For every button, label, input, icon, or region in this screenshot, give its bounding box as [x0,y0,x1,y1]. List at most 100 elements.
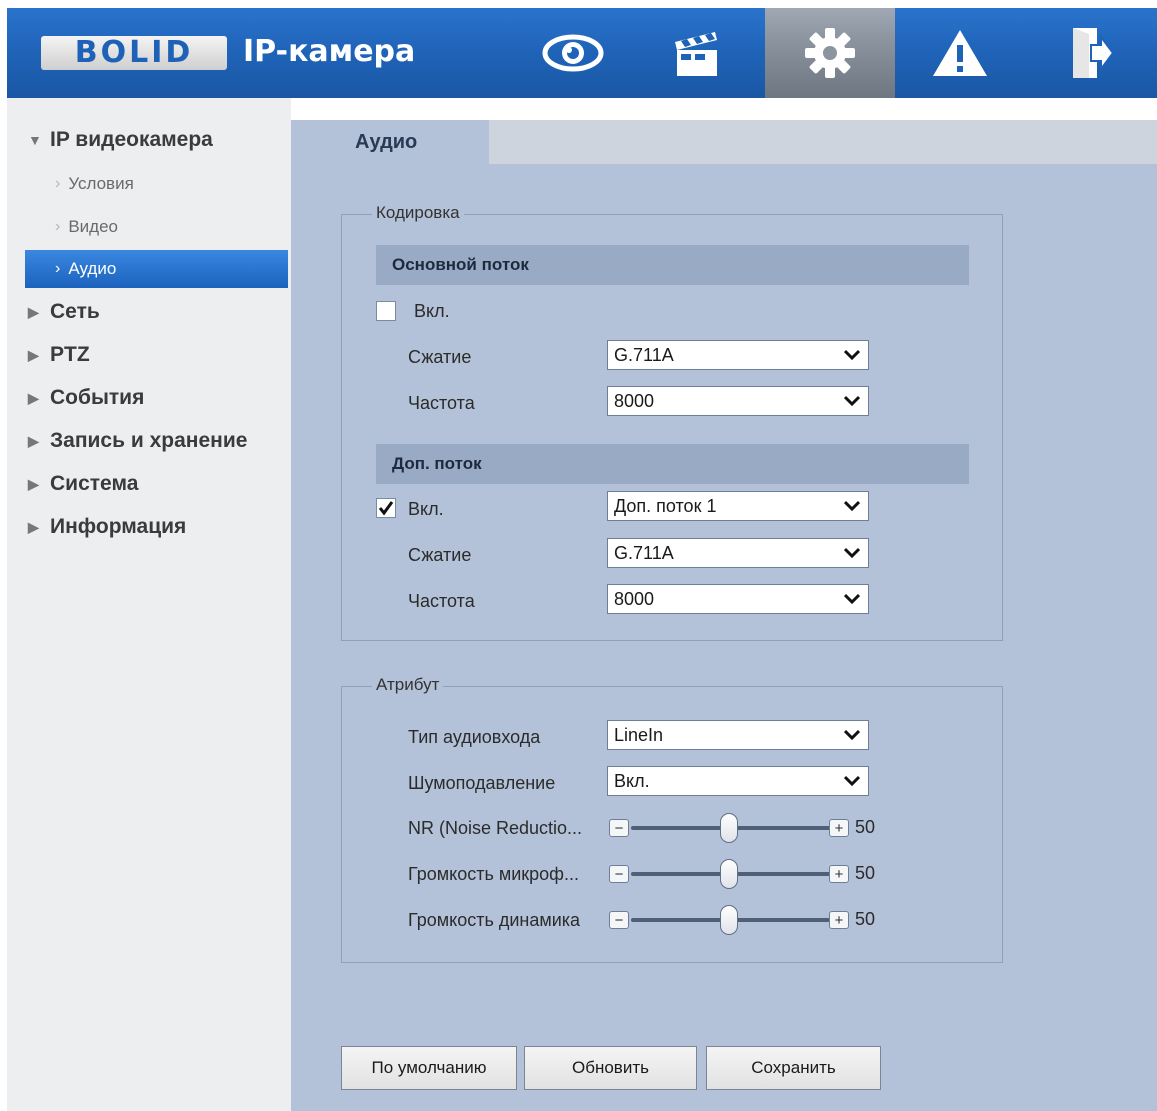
chevron-down-icon [844,349,860,361]
encoding-legend: Кодировка [372,203,464,223]
encoding-group: Кодировка Основной поток Вкл. Сжатие G.7… [341,203,1003,641]
increase-button[interactable]: + [829,865,849,883]
chevron-down-icon [844,395,860,407]
sub-frequency-select[interactable]: 8000 [607,584,869,614]
tab-bar: Аудио [291,120,1157,164]
sub-stream-value: Доп. поток 1 [614,495,717,516]
attribute-legend: Атрибут [372,675,444,695]
mic-volume-label: Громкость микроф... [408,864,579,884]
sidebar-item-label: События [50,386,145,409]
main-stream-enable-checkbox[interactable] [376,301,396,321]
collapsed-triangle-icon: ▶ [28,303,39,320]
chevron-down-icon [844,775,860,787]
decrease-button[interactable]: − [609,819,629,837]
decrease-button[interactable]: − [609,911,629,929]
collapsed-triangle-icon: ▶ [28,389,39,406]
main-frequency-select[interactable]: 8000 [607,386,869,416]
slider-value: 50 [855,863,876,883]
main-compression-label: Сжатие [408,347,472,367]
top-header: BOLID IP-камера [7,8,1157,98]
nav-logout[interactable] [1027,8,1157,98]
noise-suppression-label: Шумоподавление [408,773,556,793]
checkmark-icon [378,501,394,516]
collapsed-triangle-icon: ▶ [28,432,39,449]
bolid-logo: BOLID [41,36,227,70]
sidebar-item-video[interactable]: › Видео [25,208,288,246]
app-title: IP-камера [243,34,416,69]
sidebar-item-label: Система [50,472,139,495]
warning-icon [933,30,987,76]
collapsed-triangle-icon: ▶ [28,475,39,492]
audio-input-type-label: Тип аудиовхода [408,727,541,747]
sub-frequency-label: Частота [408,591,475,611]
main-frequency-value: 8000 [614,390,655,411]
chevron-down-icon [844,593,860,605]
expanded-triangle-icon: ▼ [28,132,42,148]
sub-stream-heading: Доп. поток [376,444,969,484]
sidebar-item-storage[interactable]: ▶ Запись и хранение [28,426,247,456]
increase-button[interactable]: + [829,911,849,929]
sub-stream-enable-label: Вкл. [408,499,444,519]
sidebar-item-label: Аудио [68,259,117,278]
sidebar-item-conditions[interactable]: › Условия [25,165,288,203]
chevron-right-icon: › [55,218,61,235]
main-stream-enable-label: Вкл. [414,301,450,321]
main-compression-select[interactable]: G.711A [607,340,869,370]
slider-value: 50 [855,817,876,837]
nav-settings[interactable] [765,8,895,98]
collapsed-triangle-icon: ▶ [28,518,39,535]
sidebar-item-audio[interactable]: › Аудио [25,250,288,288]
sidebar-item-label: Видео [68,217,118,236]
chevron-down-icon [844,547,860,559]
save-button[interactable]: Сохранить [706,1046,881,1090]
nav-playback[interactable] [632,8,762,98]
audio-input-type-select[interactable]: LineIn [607,720,869,750]
slider-thumb[interactable] [720,905,738,935]
tab-audio[interactable]: Аудио [291,120,489,164]
sidebar-item-label: IP видеокамера [50,128,213,151]
chevron-right-icon: › [55,175,61,192]
sidebar-item-information[interactable]: ▶ Информация [28,512,186,542]
slider-thumb[interactable] [720,859,738,889]
sidebar-item-ptz[interactable]: ▶ PTZ [28,340,90,370]
nav-alarm[interactable] [895,8,1025,98]
sidebar-item-label: Сеть [50,300,100,323]
default-button[interactable]: По умолчанию [341,1046,517,1090]
collapsed-triangle-icon: ▶ [28,346,39,363]
sub-compression-select[interactable]: G.711A [607,538,869,568]
sub-compression-value: G.711A [614,542,674,563]
increase-button[interactable]: + [829,819,849,837]
noise-suppression-select[interactable]: Вкл. [607,766,869,796]
noise-reduction-label: NR (Noise Reductio... [408,818,583,838]
sub-stream-select[interactable]: Доп. поток 1 [607,491,869,521]
attribute-group: Атрибут Тип аудиовхода LineIn Шумоподавл… [341,675,1003,963]
main-stream-heading: Основной поток [376,245,969,285]
main-frequency-label: Частота [408,393,475,413]
chevron-right-icon: › [55,260,61,277]
sidebar-item-events[interactable]: ▶ События [28,383,144,413]
sub-stream-enable-checkbox[interactable] [376,498,396,518]
sub-frequency-value: 8000 [614,588,655,609]
sidebar: ▼ IP видеокамера › Условия › Видео › Ауд… [7,98,291,1111]
speaker-volume-label: Громкость динамика [408,910,581,930]
refresh-button[interactable]: Обновить [524,1046,697,1090]
sidebar-item-label: Информация [50,515,187,538]
logout-icon [1073,28,1115,78]
main-content: Кодировка Основной поток Вкл. Сжатие G.7… [291,164,1157,1111]
sidebar-item-ip-camera[interactable]: ▼ IP видеокамера [28,125,213,155]
chevron-down-icon [844,500,860,512]
slider-value: 50 [855,909,876,929]
nav-live-view[interactable] [508,8,638,98]
speaker-volume-slider: − + 50 [609,905,875,935]
sub-compression-label: Сжатие [408,545,472,565]
sidebar-item-network[interactable]: ▶ Сеть [28,297,100,327]
slider-thumb[interactable] [720,813,738,843]
chevron-down-icon [844,729,860,741]
sidebar-item-system[interactable]: ▶ Система [28,469,138,499]
mic-volume-slider: − + 50 [609,859,875,889]
sidebar-item-label: Запись и хранение [50,429,248,452]
decrease-button[interactable]: − [609,865,629,883]
clapperboard-icon [675,32,717,76]
gear-icon [805,28,855,78]
noise-reduction-slider: − + 50 [609,813,875,843]
